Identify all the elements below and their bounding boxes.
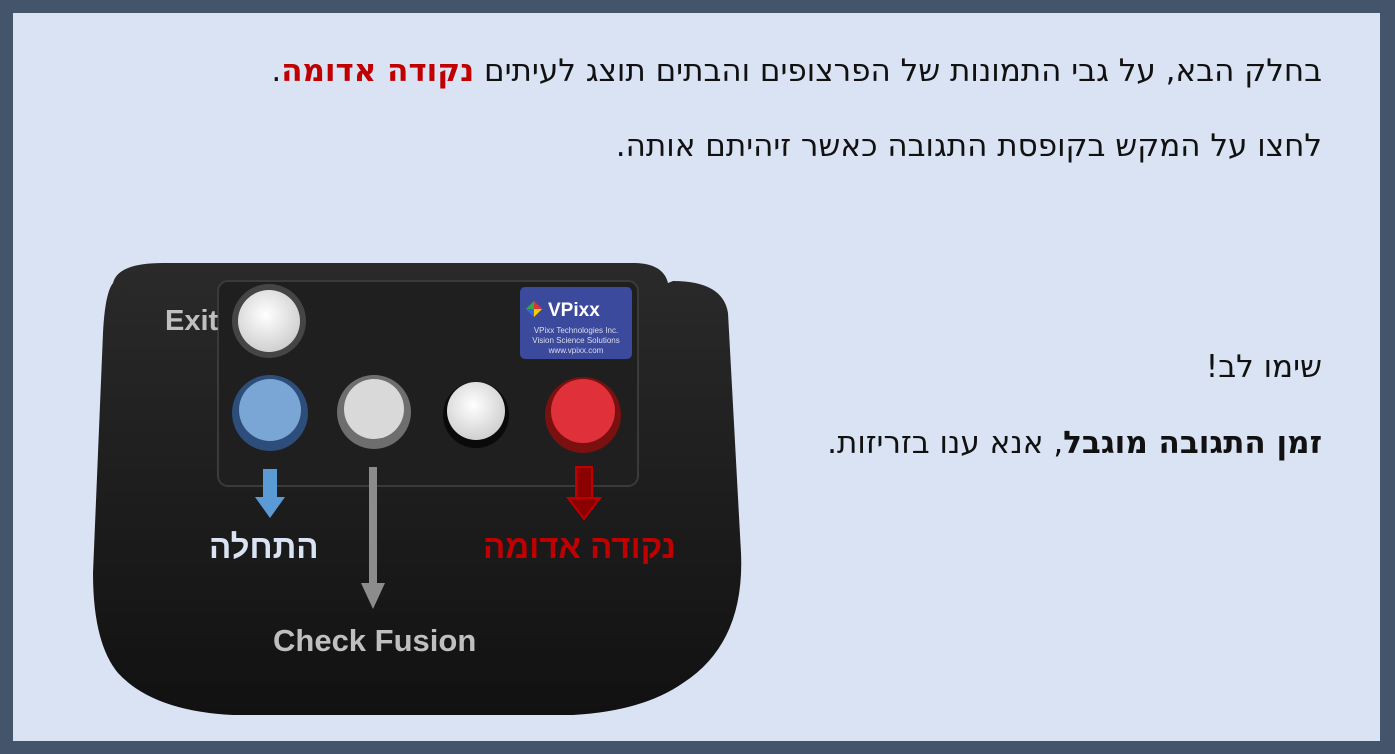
attention-heading: שימו לב! xyxy=(1205,349,1322,385)
instruction-line-1-period: . xyxy=(271,53,282,89)
vpixx-brand: VPixx xyxy=(548,300,600,321)
exit-button xyxy=(238,290,300,352)
red-dot-label: נקודה אדומה xyxy=(483,528,676,565)
instruction-line-1-text: בחלק הבא, על גבי התמונות של הפרצופים והב… xyxy=(474,53,1322,89)
vpixx-line-1: VPixx Technologies Inc. xyxy=(534,326,618,335)
time-limit-note: זמן התגובה מוגבל, אנא ענו בזריזות. xyxy=(827,425,1322,461)
slide-panel: בחלק הבא, על גבי התמונות של הפרצופים והב… xyxy=(13,13,1380,741)
vpixx-line-3: www.vpixx.com xyxy=(548,346,604,355)
check-fusion-label: Check Fusion xyxy=(273,623,477,658)
time-limit-rest: , אנא ענו בזריזות. xyxy=(827,425,1064,461)
response-box-image: VPixx VPixx Technologies Inc. Vision Sci… xyxy=(73,243,763,743)
start-button xyxy=(239,379,301,441)
time-limit-bold: זמן התגובה מוגבל xyxy=(1063,425,1322,461)
check-fusion-button xyxy=(344,379,404,439)
instruction-line-2: לחצו על המקש בקופסת התגובה כאשר זיהיתם א… xyxy=(615,128,1322,164)
red-dot-button xyxy=(551,379,615,443)
exit-label: Exit xyxy=(165,305,219,337)
red-dot-highlight: נקודה אדומה xyxy=(281,53,475,89)
start-label: התחלה xyxy=(209,528,319,565)
instruction-line-1: בחלק הבא, על גבי התמונות של הפרצופים והב… xyxy=(271,53,1322,89)
vpixx-line-2: Vision Science Solutions xyxy=(532,336,619,345)
white-button xyxy=(447,382,505,440)
